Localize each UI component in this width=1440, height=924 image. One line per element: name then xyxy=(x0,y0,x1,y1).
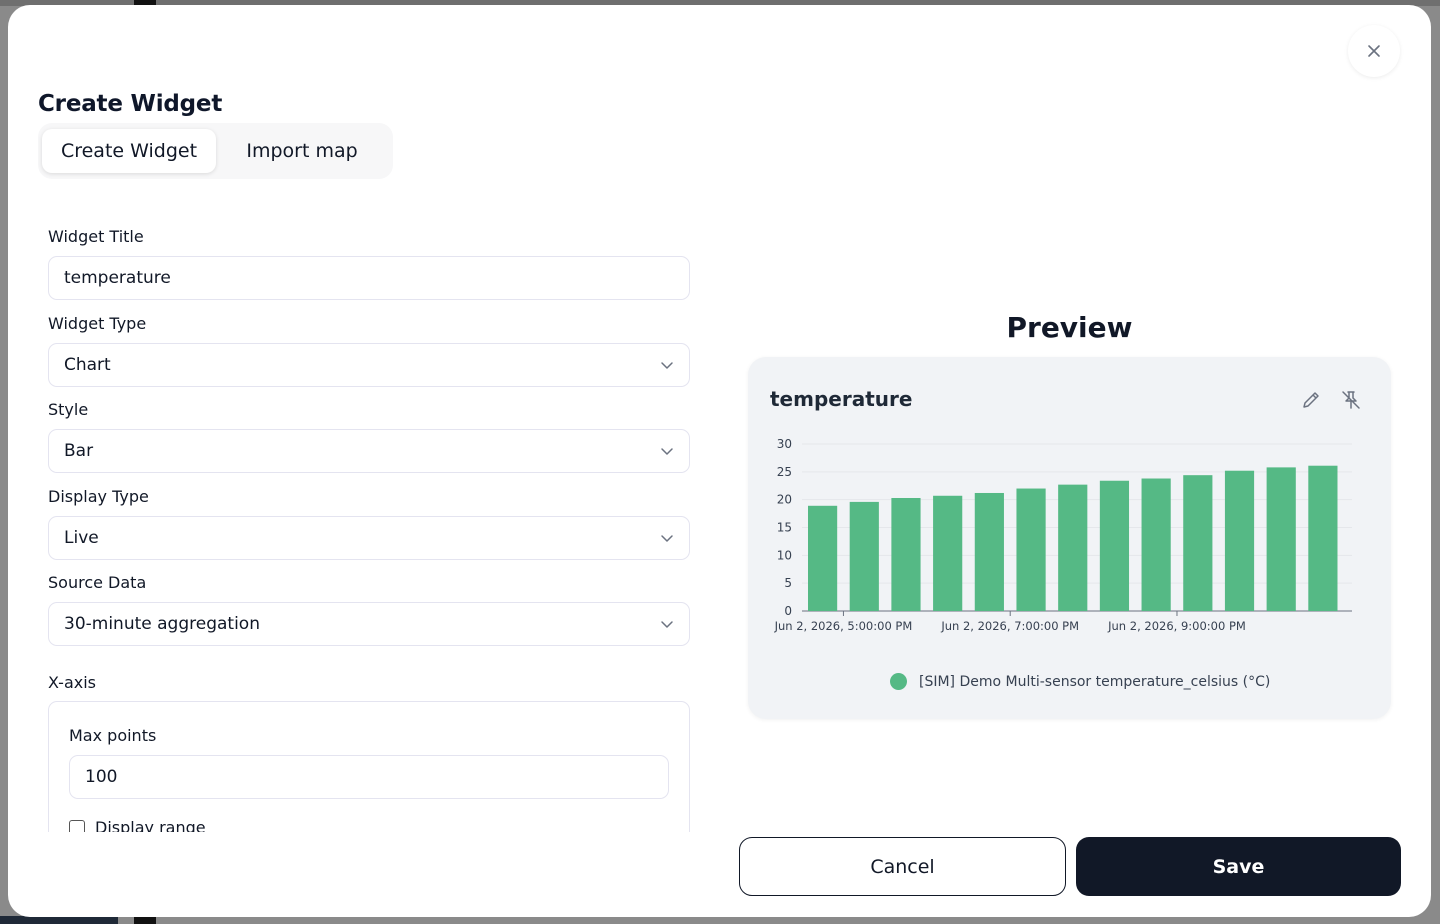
widget-form: Widget Title temperature Widget Type Cha… xyxy=(48,227,690,832)
cancel-button[interactable]: Cancel xyxy=(739,837,1066,896)
display-range-checkbox[interactable] xyxy=(69,819,85,832)
preview-heading: Preview xyxy=(1006,311,1133,344)
display-type-select[interactable]: Live xyxy=(48,516,690,560)
widget-type-group: Widget Type Chart xyxy=(48,314,690,387)
legend-swatch xyxy=(890,673,907,690)
chart-bar xyxy=(849,501,879,611)
chart-bar xyxy=(1016,488,1046,611)
chart-bar xyxy=(1224,470,1255,611)
x-axis-settings: Max points 100 Display range xyxy=(48,701,690,832)
tab-import-map[interactable]: Import map xyxy=(216,129,388,173)
x-tick-label: Jun 2, 2026, 7:00:00 PM xyxy=(940,619,1079,633)
widget-type-label: Widget Type xyxy=(48,314,147,333)
chart-bar xyxy=(1058,484,1088,611)
style-select[interactable]: Bar xyxy=(48,429,690,473)
source-data-value: 30-minute aggregation xyxy=(64,614,260,634)
temperature-bar-chart: 0 5 10 15 20 25 30 Jun 2, 2026, 5:00:00 PM Jun 2… xyxy=(774,437,1352,633)
display-range-row: Display range xyxy=(69,818,206,832)
chart-bar xyxy=(1266,467,1296,611)
y-tick-label: 15 xyxy=(777,521,792,535)
y-tick-label: 30 xyxy=(777,437,792,451)
display-type-label: Display Type xyxy=(48,487,149,506)
chart-bar xyxy=(808,505,838,611)
chart-bar xyxy=(1141,478,1171,611)
chevron-down-icon xyxy=(661,448,673,455)
chevron-down-icon xyxy=(661,621,673,628)
widget-type-select[interactable]: Chart xyxy=(48,343,690,387)
chart-bar xyxy=(1183,475,1213,611)
y-tick-label: 0 xyxy=(784,604,792,618)
max-points-group: Max points 100 xyxy=(69,726,669,799)
y-tick-label: 20 xyxy=(777,493,792,507)
max-points-value: 100 xyxy=(85,767,118,787)
y-tick-label: 25 xyxy=(777,465,792,479)
modal-title: Create Widget xyxy=(38,91,223,117)
create-widget-modal: Create Widget Create Widget Import map W… xyxy=(8,5,1431,917)
max-points-label: Max points xyxy=(69,726,157,745)
chart-bar xyxy=(891,497,921,611)
x-tick-label: Jun 2, 2026, 5:00:00 PM xyxy=(774,619,913,633)
tab-create-widget[interactable]: Create Widget xyxy=(42,129,216,173)
preview-card: temperature 0 5 10 15 20 25 30 Jun 2, 2026, 5:0… xyxy=(748,357,1391,719)
source-data-group: Source Data 30-minute aggregation xyxy=(48,573,690,646)
save-button[interactable]: Save xyxy=(1076,837,1401,896)
widget-title-group: Widget Title temperature xyxy=(48,227,690,300)
display-range-label: Display range xyxy=(95,818,206,832)
widget-title-label: Widget Title xyxy=(48,227,144,246)
style-group: Style Bar xyxy=(48,400,690,473)
chevron-down-icon xyxy=(661,535,673,542)
chart-bar xyxy=(1308,465,1338,611)
backdrop-element xyxy=(134,916,156,924)
close-icon xyxy=(1368,45,1380,57)
y-tick-label: 5 xyxy=(784,576,792,590)
chart-bar xyxy=(974,492,1004,611)
max-points-input[interactable]: 100 xyxy=(69,755,669,799)
source-data-label: Source Data xyxy=(48,573,147,592)
display-type-group: Display Type Live xyxy=(48,487,690,560)
source-data-select[interactable]: 30-minute aggregation xyxy=(48,602,690,646)
chart-legend: [SIM] Demo Multi-sensor temperature_cels… xyxy=(890,673,1270,690)
backdrop-element xyxy=(0,916,118,924)
display-type-value: Live xyxy=(64,528,99,548)
widget-type-value: Chart xyxy=(64,355,111,375)
widget-title-input[interactable]: temperature xyxy=(48,256,690,300)
style-value: Bar xyxy=(64,441,94,461)
x-axis-group: X-axis xyxy=(48,673,690,693)
style-label: Style xyxy=(48,400,89,419)
y-tick-label: 10 xyxy=(777,548,792,562)
chart-bar xyxy=(933,495,963,611)
tab-bar: Create Widget Import map xyxy=(38,123,393,179)
x-axis-label: X-axis xyxy=(48,673,96,692)
x-tick-label: Jun 2, 2026, 9:00:00 PM xyxy=(1107,619,1246,633)
widget-title-value: temperature xyxy=(64,268,171,288)
legend-label: [SIM] Demo Multi-sensor temperature_cels… xyxy=(919,673,1271,690)
close-button[interactable] xyxy=(1348,25,1400,77)
chevron-down-icon xyxy=(661,362,673,369)
chart-bar xyxy=(1099,480,1130,611)
